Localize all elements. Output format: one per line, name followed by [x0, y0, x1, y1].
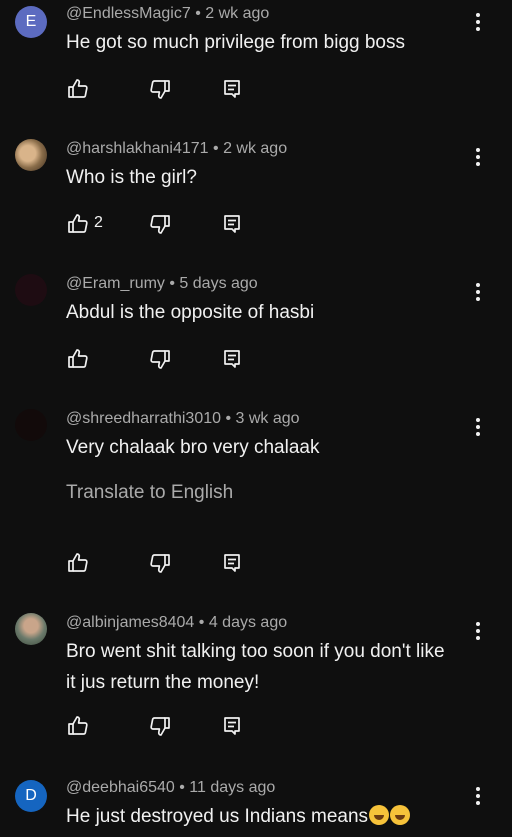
- dislike-button[interactable]: [148, 551, 172, 575]
- avatar-letter: D: [25, 787, 37, 804]
- meta-separator: •: [174, 779, 190, 796]
- more-vert-icon[interactable]: [469, 784, 487, 808]
- comment-text: Bro went shit talking too soon if you do…: [66, 636, 476, 698]
- comment-author[interactable]: @EndlessMagic7: [66, 5, 191, 22]
- comment-author[interactable]: @albinjames8404: [66, 614, 194, 631]
- thumb-down-icon: [150, 350, 170, 369]
- reply-icon: [224, 554, 240, 572]
- comment-text-line: Bro went shit talking too soon if you do…: [66, 641, 445, 662]
- comment-text: Abdul is the opposite of hasbi: [66, 302, 315, 323]
- reply-icon: [224, 80, 240, 98]
- meta-separator: •: [208, 140, 224, 157]
- avatar[interactable]: [15, 613, 47, 645]
- comment-meta: @deebhai6540 • 11 days ago: [66, 779, 275, 797]
- comment-time[interactable]: 2 wk ago: [223, 140, 287, 157]
- comment-actions: 2: [66, 212, 266, 236]
- reply-button[interactable]: [220, 714, 244, 738]
- like-button[interactable]: [66, 77, 90, 101]
- comment-meta: @EndlessMagic7 • 2 wk ago: [66, 5, 269, 23]
- comment-time[interactable]: 5 days ago: [179, 275, 257, 292]
- comment-meta: @Eram_rumy • 5 days ago: [66, 275, 258, 293]
- more-vert-icon[interactable]: [469, 415, 487, 439]
- dislike-button[interactable]: [148, 714, 172, 738]
- comment-text: He got so much privilege from bigg boss: [66, 32, 405, 53]
- thumb-down-icon: [150, 215, 170, 234]
- like-button[interactable]: [66, 212, 90, 236]
- comment-text: He just destroyed us Indians means: [66, 801, 476, 832]
- comment-author[interactable]: @Eram_rumy: [66, 275, 165, 292]
- thumb-up-icon: [68, 79, 88, 98]
- like-button[interactable]: [66, 551, 90, 575]
- reply-button[interactable]: [220, 347, 244, 371]
- avatar[interactable]: [15, 409, 47, 441]
- comment-meta: @shreedharrathi3010 • 3 wk ago: [66, 410, 300, 428]
- thumb-up-icon: [68, 214, 88, 233]
- thumb-down-icon: [150, 80, 170, 99]
- reply-button[interactable]: [220, 212, 244, 236]
- comment-actions: [66, 714, 266, 738]
- avatar[interactable]: D: [15, 780, 47, 812]
- comment-time[interactable]: 4 days ago: [209, 614, 287, 631]
- like-count: 2: [94, 214, 103, 231]
- comment-actions: [66, 77, 266, 101]
- laughing-emoji-icon: [390, 805, 411, 825]
- more-vert-icon[interactable]: [469, 10, 487, 34]
- meta-separator: •: [164, 275, 180, 292]
- comment-time[interactable]: 2 wk ago: [205, 5, 269, 22]
- comment-time[interactable]: 3 wk ago: [236, 410, 300, 427]
- avatar[interactable]: [15, 139, 47, 171]
- dislike-button[interactable]: [148, 77, 172, 101]
- comment-meta: @harshlakhani4171 • 2 wk ago: [66, 140, 287, 158]
- avatar[interactable]: E: [15, 6, 47, 38]
- comment-author[interactable]: @harshlakhani4171: [66, 140, 209, 157]
- reply-button[interactable]: [220, 77, 244, 101]
- avatar[interactable]: [15, 274, 47, 306]
- meta-separator: •: [190, 5, 206, 22]
- comment-meta: @albinjames8404 • 4 days ago: [66, 614, 287, 632]
- dislike-button[interactable]: [148, 212, 172, 236]
- translate-link[interactable]: Translate to English: [66, 482, 233, 504]
- laughing-emoji-icon: [369, 805, 390, 825]
- comment-text-content: He just destroyed us Indians means: [66, 806, 369, 827]
- comment-author[interactable]: @shreedharrathi3010: [66, 410, 221, 427]
- like-button[interactable]: [66, 347, 90, 371]
- comment-text-line: it jus return the money!: [66, 672, 260, 693]
- thumb-down-icon: [150, 717, 170, 736]
- reply-icon: [224, 717, 240, 735]
- reply-icon: [224, 215, 240, 233]
- more-vert-icon[interactable]: [469, 280, 487, 304]
- reply-icon: [224, 350, 240, 368]
- meta-separator: •: [194, 614, 209, 631]
- thumb-up-icon: [68, 716, 88, 735]
- comment-text: Who is the girl?: [66, 167, 197, 188]
- comment-author[interactable]: @deebhai6540: [66, 779, 175, 796]
- comment-text: Very chalaak bro very chalaak: [66, 437, 320, 458]
- comment-time[interactable]: 11 days ago: [189, 779, 275, 796]
- avatar-letter: E: [25, 13, 37, 30]
- thumb-up-icon: [68, 553, 88, 572]
- more-vert-icon[interactable]: [469, 145, 487, 169]
- thumb-down-icon: [150, 554, 170, 573]
- like-button[interactable]: [66, 714, 90, 738]
- comment-actions: [66, 347, 266, 371]
- meta-separator: •: [221, 410, 236, 427]
- comment-actions: [66, 551, 266, 575]
- more-vert-icon[interactable]: [469, 619, 487, 643]
- dislike-button[interactable]: [148, 347, 172, 371]
- thumb-up-icon: [68, 349, 88, 368]
- reply-button[interactable]: [220, 551, 244, 575]
